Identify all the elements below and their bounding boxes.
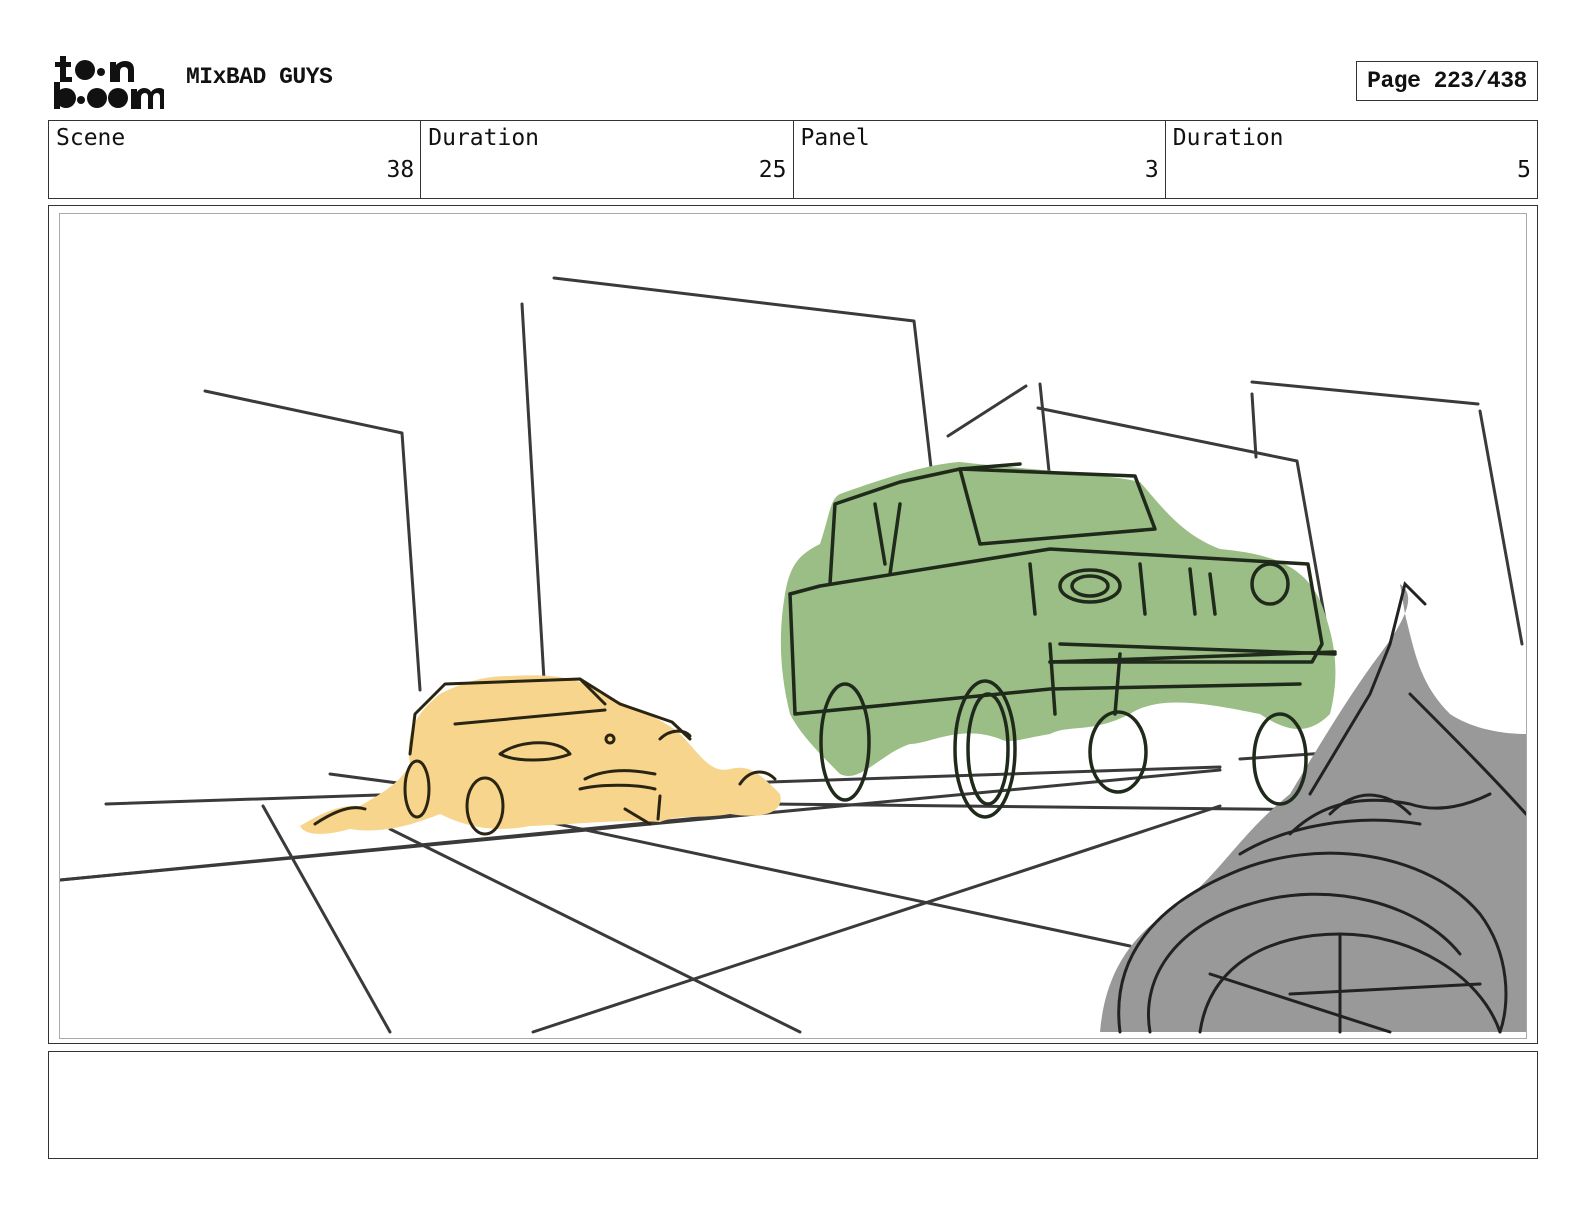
scene-duration-label: Duration bbox=[428, 125, 540, 151]
sketch-illustration bbox=[60, 276, 1526, 1034]
panel-cell: Panel 3 bbox=[794, 121, 1166, 198]
scene-value: 38 bbox=[386, 157, 415, 183]
project-title: MIxBAD GUYS bbox=[186, 64, 333, 90]
panel-duration-value: 5 bbox=[1517, 157, 1531, 183]
scene-duration-cell: Duration 25 bbox=[421, 121, 794, 198]
panel-value: 3 bbox=[1144, 157, 1159, 183]
scene-cell: Scene 38 bbox=[49, 121, 422, 198]
panel-duration-cell: Duration 5 bbox=[1166, 121, 1537, 198]
page-number: Page 223/438 bbox=[1356, 61, 1538, 101]
scene-label: Scene bbox=[56, 125, 126, 151]
scene-duration-value: 25 bbox=[758, 157, 787, 183]
toon-boom-logo bbox=[52, 52, 166, 112]
panel-duration-label: Duration bbox=[1172, 125, 1284, 151]
truck-sketch bbox=[780, 462, 1337, 819]
storyboard-panel-frame bbox=[48, 205, 1538, 1044]
panel-notes-box bbox=[48, 1051, 1538, 1159]
storyboard-drawing bbox=[59, 213, 1527, 1039]
panel-label: Panel bbox=[800, 125, 870, 151]
car-sketch bbox=[300, 675, 781, 836]
scene-info-row: Scene 38 Duration 25 Panel 3 Duration 5 bbox=[48, 120, 1538, 199]
